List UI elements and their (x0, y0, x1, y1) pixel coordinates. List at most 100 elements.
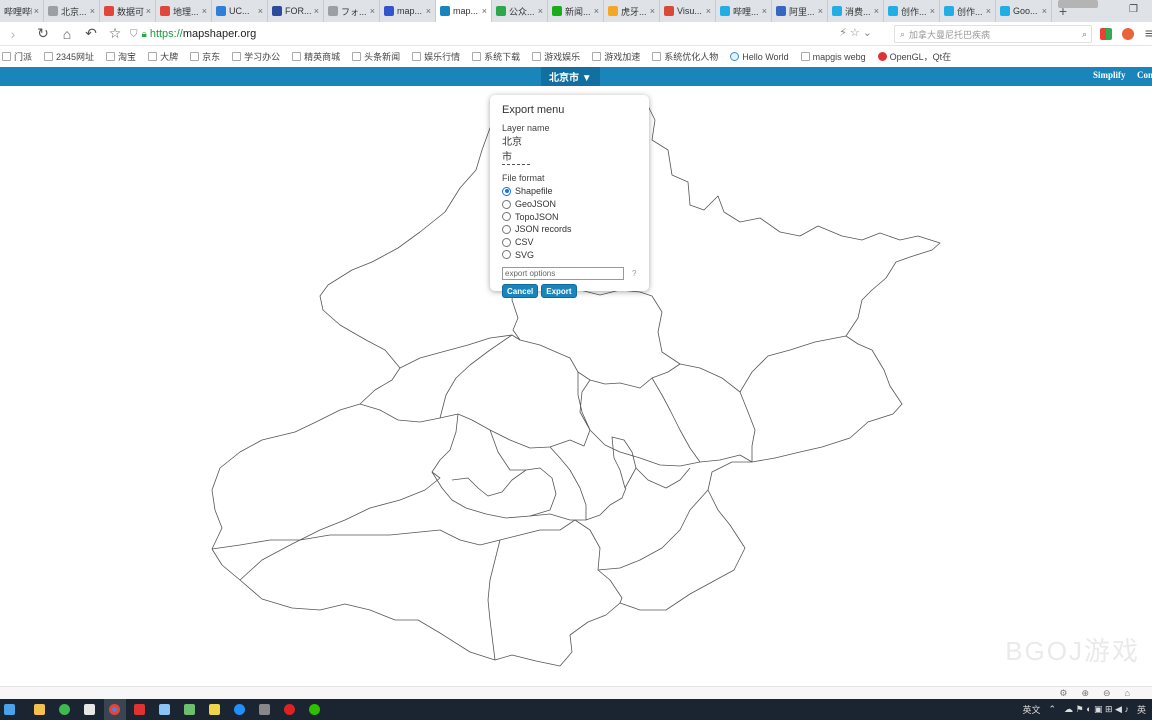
tray-expand-icon[interactable]: ⌃ (1048, 704, 1056, 715)
bookmark-item[interactable]: 游戏娱乐 (532, 50, 580, 63)
bookmark-item[interactable]: 头条新闻 (352, 50, 400, 63)
home-icon[interactable]: ⌂ (56, 26, 78, 42)
browser-tab[interactable]: Goo... × (996, 0, 1052, 22)
tab-close-icon[interactable]: × (314, 6, 319, 16)
format-option-csv[interactable]: CSV (502, 236, 637, 249)
browser-tab[interactable]: UC... × (212, 0, 268, 22)
radio-button[interactable] (502, 224, 511, 234)
tab-close-icon[interactable]: × (426, 6, 431, 16)
search-input[interactable]: ⌕ 加拿大曼尼托巴疾病 ⌕ (894, 25, 1092, 43)
radio-button[interactable] (502, 237, 511, 247)
radio-button[interactable] (502, 199, 511, 209)
extension-game-icon[interactable] (1122, 28, 1134, 40)
tab-close-icon[interactable]: × (986, 6, 991, 16)
app-icon-8[interactable] (209, 704, 220, 715)
tab-close-icon[interactable]: × (706, 6, 711, 16)
radio-button[interactable] (502, 250, 511, 260)
tab-close-icon[interactable]: × (874, 6, 879, 16)
format-option-shapefile[interactable]: Shapefile (502, 185, 637, 198)
format-option-svg[interactable]: SVG (502, 248, 637, 261)
bookmark-item[interactable]: mapgis webg (800, 52, 866, 62)
notes-icon[interactable] (159, 704, 170, 715)
window-handle[interactable] (1058, 0, 1098, 8)
console-button[interactable]: Con (1137, 70, 1152, 80)
menu-icon[interactable]: ≡ (1138, 25, 1152, 41)
tab-close-icon[interactable]: × (818, 6, 823, 16)
input-language-label[interactable]: 英 (1137, 703, 1146, 716)
format-option-json-records[interactable]: JSON records (502, 223, 637, 236)
restore-window-icon[interactable]: ❐ (1129, 4, 1138, 15)
help-icon[interactable]: ? (632, 269, 636, 278)
tab-close-icon[interactable]: × (370, 6, 375, 16)
tab-close-icon[interactable]: × (538, 6, 543, 16)
url-actions-icon[interactable]: ⚡ ☆ ⌄ (839, 26, 872, 39)
bookmark-item[interactable]: 系统下载 (472, 50, 520, 63)
app-icon-10[interactable] (259, 704, 270, 715)
browser-tab[interactable]: 阿里... × (772, 0, 828, 22)
bookmark-item[interactable]: 精英商城 (292, 50, 340, 63)
tab-close-icon[interactable]: × (202, 6, 207, 16)
cancel-button[interactable]: Cancel (502, 284, 539, 299)
bookmark-item[interactable]: OpenGL，Qt在 (877, 50, 951, 63)
browser-tab[interactable]: 创作... × (884, 0, 940, 22)
chrome-icon[interactable] (109, 704, 120, 715)
bookmark-item[interactable]: 系统优化人物 (652, 50, 718, 63)
app-icon-7[interactable] (184, 704, 195, 715)
browser-tab[interactable]: 数据可...× (100, 0, 156, 22)
star-icon[interactable]: ☆ (104, 25, 126, 42)
browser-tab[interactable]: map... × (380, 0, 436, 22)
browser-tab[interactable]: 北京... × (44, 0, 100, 22)
browser-tab[interactable]: 虎牙... × (604, 0, 660, 22)
tab-close-icon[interactable]: × (258, 6, 263, 16)
browser-tab[interactable]: FOR... × (268, 0, 324, 22)
edge-icon[interactable] (234, 704, 245, 715)
tab-close-icon[interactable]: × (146, 6, 151, 16)
start-icon[interactable] (4, 704, 15, 715)
browser-tab[interactable]: 创作... × (940, 0, 996, 22)
url-field[interactable]: ⛉ 🔒︎ https:// mapshaper.org ⚡ ☆ ⌄ (130, 25, 882, 43)
bookmark-item[interactable]: 学习办公 (232, 50, 280, 63)
map-tool-icons[interactable]: ⚙⊕⊖⌂ (1059, 688, 1144, 699)
record-icon[interactable] (284, 704, 295, 715)
tab-close-icon[interactable]: × (482, 6, 487, 16)
app-icon-3[interactable] (84, 704, 95, 715)
wechat-icon[interactable] (309, 704, 320, 715)
browser-360-icon[interactable] (59, 704, 70, 715)
tab-close-icon[interactable]: × (1042, 6, 1047, 16)
input-mode-label[interactable]: 英文 (1022, 703, 1040, 716)
format-option-topojson[interactable]: TopoJSON (502, 210, 637, 223)
file-explorer-icon[interactable] (34, 704, 45, 715)
simplify-button[interactable]: Simplify (1093, 70, 1126, 80)
tab-close-icon[interactable]: × (650, 6, 655, 16)
layer-menu-button[interactable]: 北京市 ▼ (541, 67, 600, 86)
tab-close-icon[interactable]: × (762, 6, 767, 16)
browser-tab[interactable]: Visu... × (660, 0, 716, 22)
search-go-icon[interactable]: ⌕ (1082, 29, 1087, 40)
wps-icon[interactable] (134, 704, 145, 715)
reload-icon[interactable]: ↻ (32, 25, 54, 42)
undo-icon[interactable]: ↶ (80, 25, 102, 42)
export-button[interactable]: Export (541, 284, 577, 299)
bookmark-item[interactable]: 游戏加速 (592, 50, 640, 63)
tab-close-icon[interactable]: × (34, 6, 39, 16)
layer-name-field[interactable]: 北京市 (502, 133, 530, 165)
forward-icon[interactable]: › (2, 26, 24, 42)
browser-tab[interactable]: 地理... × (156, 0, 212, 22)
browser-tab[interactable]: 哔哩... × (716, 0, 772, 22)
bookmark-item[interactable]: 2345网址 (44, 50, 94, 63)
tab-close-icon[interactable]: × (594, 6, 599, 16)
bookmark-item[interactable]: 京东 (190, 50, 220, 63)
bookmark-item[interactable]: Hello World (730, 52, 789, 62)
extension-grid-icon[interactable] (1100, 28, 1112, 40)
browser-tab[interactable]: 公众... × (492, 0, 548, 22)
bookmark-item[interactable]: 淘宝 (106, 50, 136, 63)
radio-button[interactable] (502, 186, 511, 196)
tab-close-icon[interactable]: × (930, 6, 935, 16)
bookmark-item[interactable]: 大牌 (148, 50, 178, 63)
browser-tab[interactable]: map... × (436, 0, 492, 22)
tab-close-icon[interactable]: × (90, 6, 95, 16)
browser-tab[interactable]: 消费... × (828, 0, 884, 22)
export-options-input[interactable]: export options (502, 267, 624, 281)
browser-tab[interactable]: 新闻... × (548, 0, 604, 22)
tray-icon-row[interactable]: ☁ ⚑ ◐ ▣ ⊞ ◀ ♪ (1064, 704, 1129, 715)
